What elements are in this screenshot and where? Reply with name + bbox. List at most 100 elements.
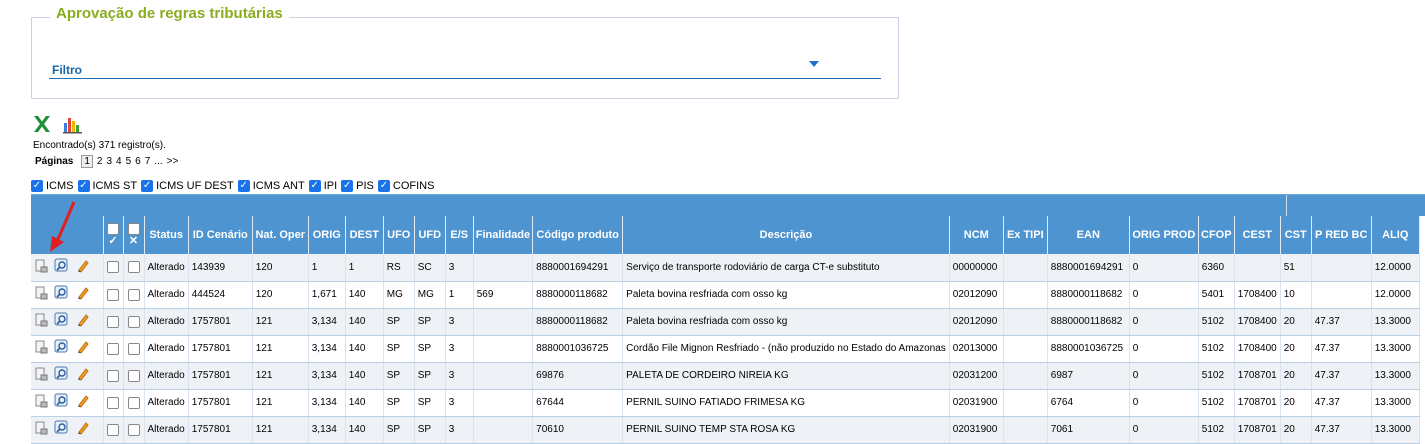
pencil-icon[interactable] — [76, 286, 90, 303]
pages-label: Páginas — [35, 156, 74, 167]
column-header[interactable]: ID Cenário — [188, 216, 253, 254]
column-header[interactable]: ALIQ — [1371, 216, 1420, 254]
row-reject-checkbox[interactable] — [123, 254, 145, 282]
tax-filter-item[interactable]: ✓ ICMS ST — [77, 180, 137, 192]
document-icon[interactable] — [34, 313, 48, 330]
magnifier-icon[interactable] — [54, 420, 70, 439]
magnifier-icon[interactable] — [54, 366, 70, 385]
column-header[interactable]: ORIG — [308, 216, 346, 254]
checkbox-checked-icon[interactable]: ✓ — [341, 180, 354, 192]
table-cell: 47.37 — [1311, 335, 1372, 363]
tax-filter-item[interactable]: ✓ ICMS UF DEST — [141, 180, 234, 192]
magnifier-icon[interactable] — [54, 312, 70, 331]
column-header[interactable]: P RED BC — [1311, 216, 1372, 254]
row-reject-checkbox[interactable] — [123, 362, 145, 390]
tax-filter-item[interactable]: ✓ COFINS — [377, 180, 434, 192]
pencil-icon[interactable] — [76, 313, 90, 330]
table-row[interactable]: Alterado 1757801 121 3,134 140 SP SP 3 67644 PERN… — [31, 389, 1420, 417]
column-header[interactable]: Descrição — [622, 216, 950, 254]
row-approve-checkbox[interactable] — [103, 308, 124, 336]
chevron-down-icon[interactable] — [809, 61, 819, 67]
document-icon[interactable] — [34, 259, 48, 276]
column-header[interactable]: NCM — [949, 216, 1004, 254]
magnifier-icon[interactable] — [54, 258, 70, 277]
column-header[interactable]: CST — [1280, 216, 1312, 254]
column-header[interactable]: Status — [144, 216, 189, 254]
table-cell: 0 — [1129, 308, 1199, 336]
column-header[interactable]: Nat. Oper — [252, 216, 309, 254]
column-header[interactable]: UFD — [414, 216, 446, 254]
column-header[interactable]: CEST — [1234, 216, 1281, 254]
table-row[interactable]: Alterado 143939 120 1 1 RS SC 3 8880001694291 Ser… — [31, 254, 1420, 282]
bar-chart-icon[interactable] — [62, 114, 84, 134]
table-cell — [473, 335, 534, 363]
row-approve-checkbox[interactable] — [103, 335, 124, 363]
checkbox-checked-icon[interactable]: ✓ — [377, 180, 390, 192]
row-reject-checkbox[interactable] — [123, 335, 145, 363]
checkbox-checked-icon[interactable]: ✓ — [141, 180, 154, 192]
row-approve-checkbox[interactable] — [103, 389, 124, 417]
page-link[interactable]: 7 — [145, 156, 151, 167]
table-cell: 47.37 — [1311, 362, 1372, 390]
document-icon[interactable] — [34, 394, 48, 411]
row-approve-checkbox[interactable] — [103, 254, 124, 282]
deselect-all-header[interactable]: ✕ — [123, 216, 145, 254]
row-reject-checkbox[interactable] — [123, 308, 145, 336]
page-link[interactable]: 3 — [106, 156, 112, 167]
column-header[interactable]: Código produto — [532, 216, 624, 254]
column-header[interactable]: Finalidade — [473, 216, 534, 254]
row-approve-checkbox[interactable] — [103, 281, 124, 309]
pencil-icon[interactable] — [76, 394, 90, 411]
tax-filter-item[interactable]: ✓ IPI — [308, 180, 337, 192]
column-header[interactable]: ORIG PROD — [1129, 216, 1199, 254]
checkbox-checked-icon[interactable]: ✓ — [31, 180, 43, 192]
column-header[interactable]: CFOP — [1198, 216, 1235, 254]
magnifier-icon[interactable] — [54, 339, 70, 358]
table-cell: 121 — [252, 362, 309, 390]
table-row[interactable]: Alterado 444524 120 1,671 140 MG MG 1 569 8880000… — [31, 281, 1420, 309]
page-link[interactable]: 1 — [81, 155, 93, 168]
pencil-icon[interactable] — [76, 340, 90, 357]
tax-filter-item[interactable]: ✓ PIS — [341, 180, 374, 192]
row-reject-checkbox[interactable] — [123, 389, 145, 417]
row-approve-checkbox[interactable] — [103, 362, 124, 390]
tax-filter-item[interactable]: ✓ ICMS ANT — [237, 180, 305, 192]
table-row[interactable]: Alterado 1757801 121 3,134 140 SP SP 3 69876 PALE… — [31, 362, 1420, 390]
page-link[interactable]: 6 — [135, 156, 141, 167]
next-pages-link[interactable]: >> — [167, 156, 179, 167]
table-row[interactable]: Alterado 1757801 121 3,134 140 SP SP 3 888000011… — [31, 308, 1420, 336]
excel-icon[interactable] — [31, 114, 53, 134]
document-icon[interactable] — [34, 286, 48, 303]
column-header[interactable]: DEST — [345, 216, 384, 254]
magnifier-icon[interactable] — [54, 285, 70, 304]
column-header[interactable]: Ex TIPI — [1003, 216, 1048, 254]
page-link[interactable]: 4 — [116, 156, 122, 167]
pencil-icon[interactable] — [76, 367, 90, 384]
row-approve-checkbox[interactable] — [103, 416, 124, 444]
select-all-header[interactable]: ✓ — [103, 216, 124, 254]
table-cell: 120 — [252, 254, 309, 282]
pencil-icon[interactable] — [76, 259, 90, 276]
page-link[interactable]: 2 — [97, 156, 103, 167]
column-header[interactable]: E/S — [445, 216, 474, 254]
checkbox-checked-icon[interactable]: ✓ — [77, 180, 90, 192]
table-cell — [1311, 254, 1372, 282]
tax-filter-item[interactable]: ✓ ICMS — [31, 180, 74, 192]
row-reject-checkbox[interactable] — [123, 416, 145, 444]
document-icon[interactable] — [34, 421, 48, 438]
table-row[interactable]: Alterado 1757801 121 3,134 140 SP SP 3 888000103… — [31, 335, 1420, 363]
page-link[interactable]: 5 — [126, 156, 132, 167]
checkbox-checked-icon[interactable]: ✓ — [308, 180, 321, 192]
column-header[interactable]: UFO — [383, 216, 415, 254]
magnifier-icon[interactable] — [54, 393, 70, 412]
checkbox-checked-icon[interactable]: ✓ — [237, 180, 250, 192]
document-icon[interactable] — [34, 340, 48, 357]
table-cell: 70610 — [532, 416, 624, 444]
document-icon[interactable] — [34, 367, 48, 384]
column-header[interactable]: EAN — [1047, 216, 1130, 254]
table-row[interactable]: Alterado 1757801 121 3,134 140 SP SP 3 70610 PERN… — [31, 416, 1420, 444]
filter-dropdown-label[interactable]: Filtro — [52, 63, 82, 77]
row-reject-checkbox[interactable] — [123, 281, 145, 309]
pencil-icon[interactable] — [76, 421, 90, 438]
grid-group-header — [31, 194, 1425, 216]
